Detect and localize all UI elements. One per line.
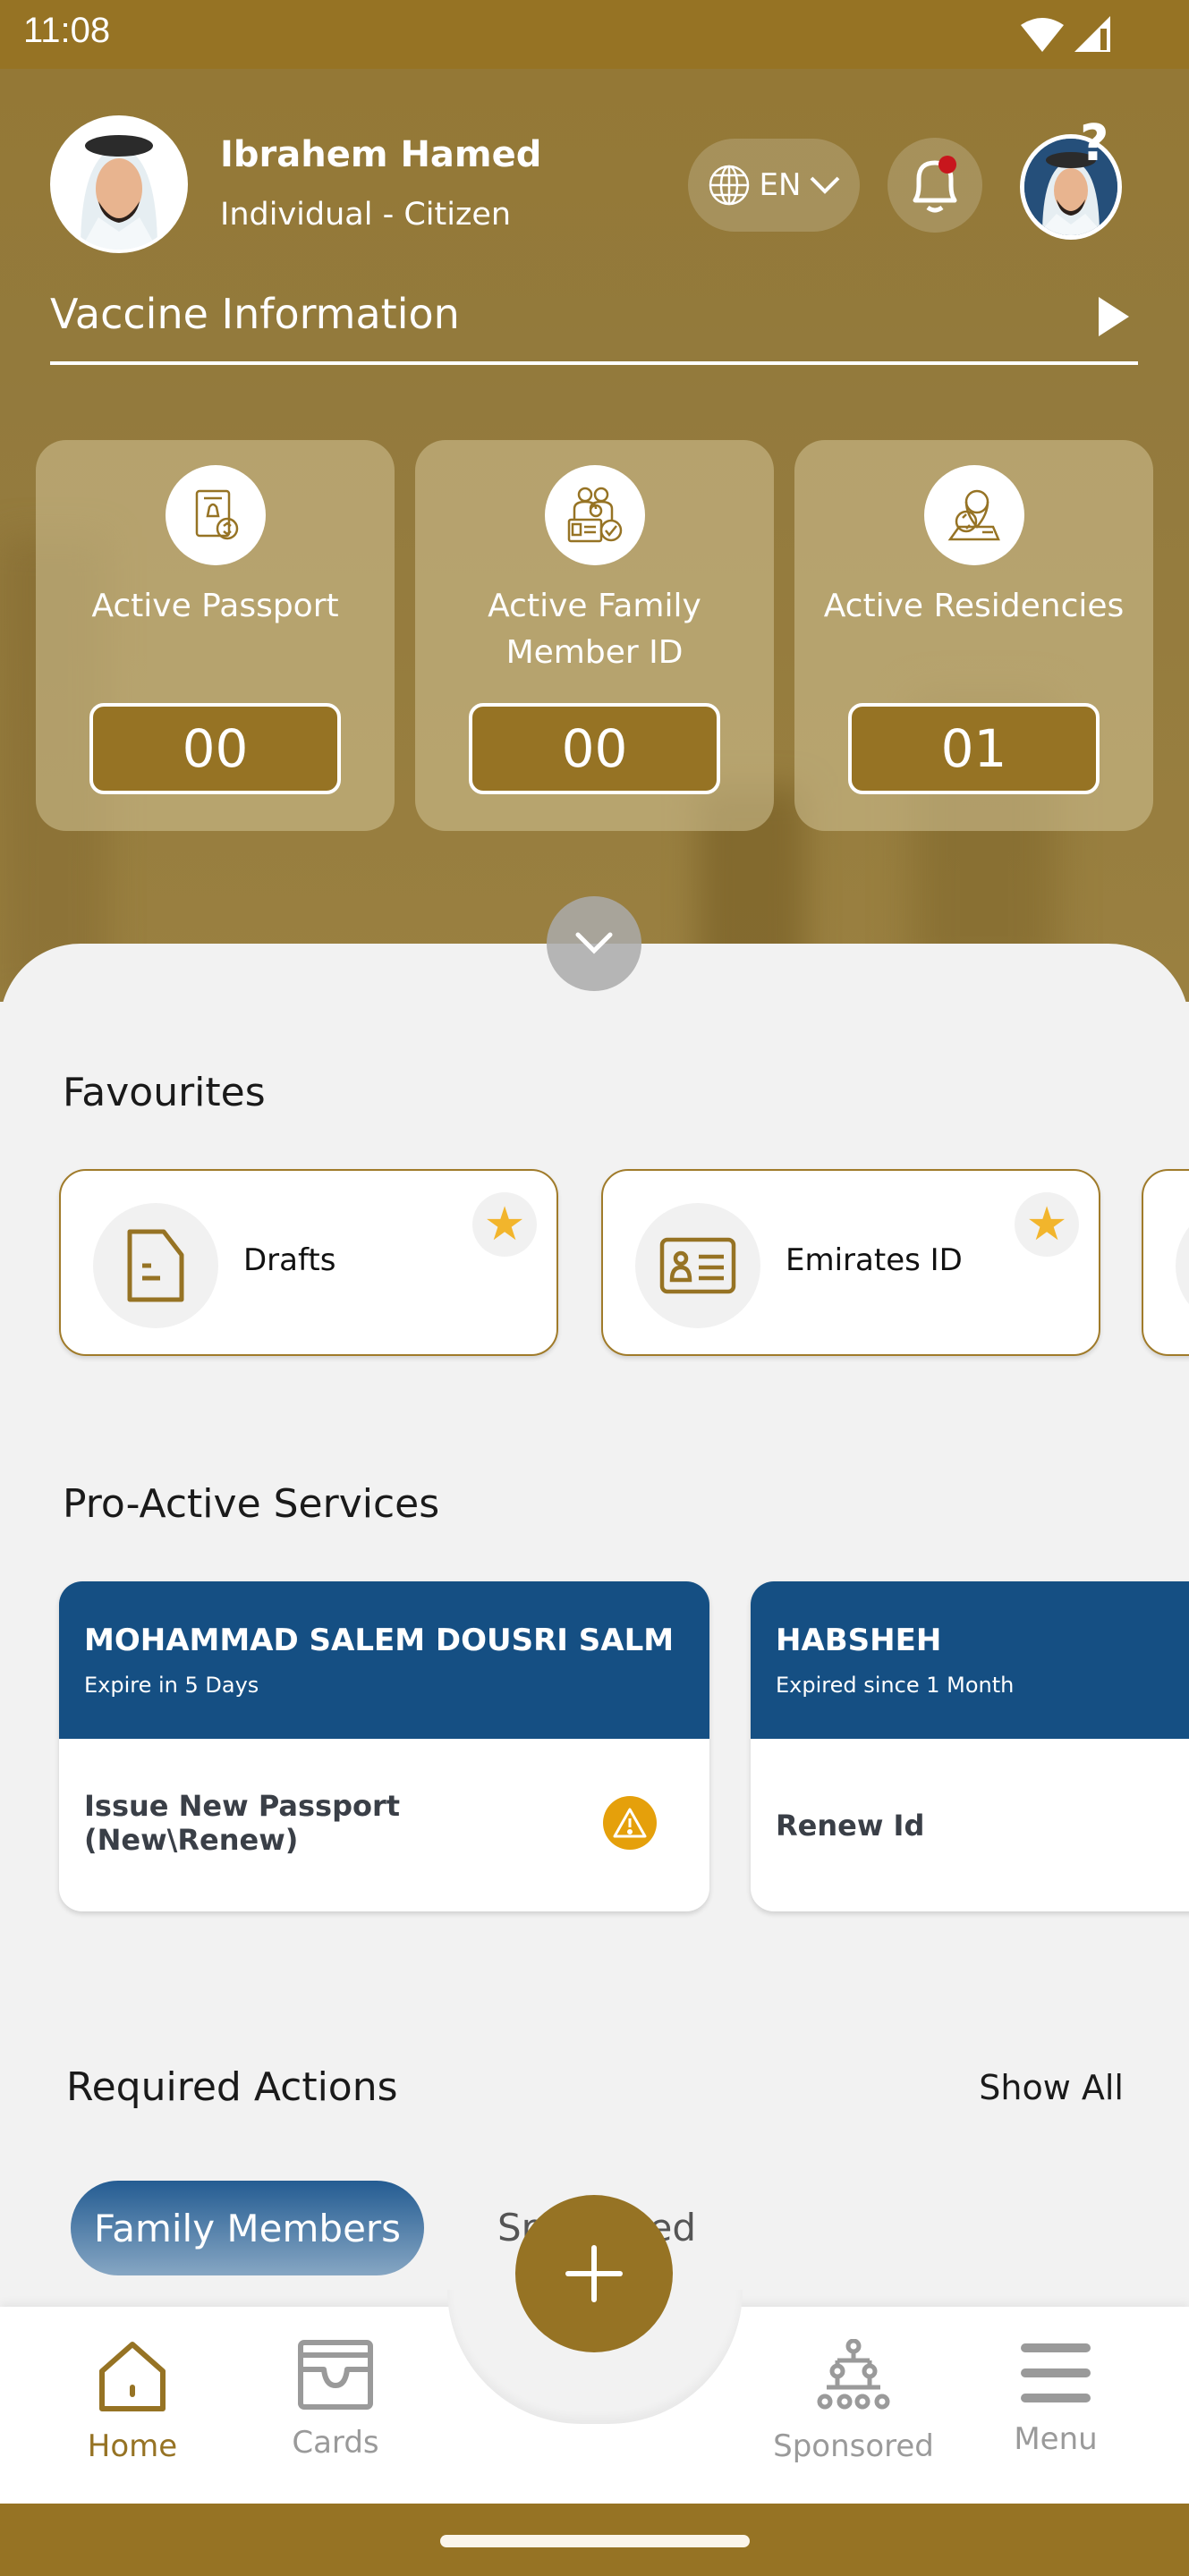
required-actions-title: Required Actions (66, 2064, 398, 2110)
nav-label: Home (87, 2428, 178, 2464)
id-card-icon (659, 1237, 736, 1294)
proactive-card-header: HABSHEH Expired since 1 Month (751, 1581, 1189, 1739)
avatar-illustration (54, 119, 184, 250)
stat-label: Active Residencies (823, 588, 1125, 624)
service-name: Renew Id (776, 1809, 925, 1843)
stat-card-active-family-member-id[interactable]: Active Family Member ID 00 (415, 440, 774, 831)
proactive-card[interactable]: HABSHEH Expired since 1 Month Renew Id (751, 1581, 1189, 1911)
proactive-card[interactable]: MOHAMMAD SALEM DOUSRI SALM Expire in 5 D… (59, 1581, 709, 1911)
person-name: HABSHEH (776, 1623, 942, 1658)
stat-card-active-passport[interactable]: Active Passport 00 (36, 440, 395, 831)
collapse-sheet-button[interactable] (547, 896, 641, 991)
favourites-title: Favourites (63, 1070, 266, 1115)
status-bar: 11:08 (0, 0, 1189, 69)
home-icon (99, 2342, 166, 2411)
icon-wrap (93, 1203, 218, 1328)
passport-icon (165, 465, 266, 565)
tab-label: Family Members (93, 2206, 402, 2250)
bell-icon (913, 156, 957, 213)
hamburger-menu-icon (1021, 2343, 1091, 2402)
favourite-card-emirates-id[interactable]: Emirates ID ★ (601, 1169, 1100, 1356)
user-name: Ibrahem Hamed (220, 134, 542, 175)
expiry-status: Expire in 5 Days (84, 1673, 259, 1698)
nav-label: Menu (1014, 2421, 1098, 2457)
nav-label: Sponsored (773, 2428, 934, 2464)
warning-icon (603, 1796, 657, 1850)
wifi-icon (1021, 18, 1064, 52)
status-time: 11:08 (23, 11, 111, 50)
chevron-down-icon (811, 176, 840, 194)
show-all-link[interactable]: Show All (979, 2068, 1124, 2107)
vaccine-information-link[interactable]: Vaccine Information (50, 284, 1138, 365)
add-button[interactable] (515, 2195, 673, 2352)
person-name: MOHAMMAD SALEM DOUSRI SALM (84, 1623, 675, 1658)
expiry-status: Expired since 1 Month (776, 1673, 1015, 1698)
proactive-card-header: MOHAMMAD SALEM DOUSRI SALM Expire in 5 D… (59, 1581, 709, 1739)
draft-document-icon (127, 1229, 184, 1302)
plus-icon (565, 2245, 623, 2302)
stat-value: 01 (848, 703, 1100, 794)
favourite-label: Emirates ID (786, 1242, 963, 1278)
favourite-card-partial[interactable] (1142, 1169, 1189, 1356)
user-avatar[interactable] (50, 115, 188, 253)
chevron-down-icon (575, 932, 613, 954)
hierarchy-icon (817, 2338, 890, 2410)
play-icon (1099, 297, 1129, 336)
vaccine-information-label: Vaccine Information (50, 290, 460, 338)
user-role: Individual - Citizen (220, 197, 512, 233)
service-name: Issue New Passport (New\Renew) (84, 1789, 401, 1857)
stat-label: Active Passport (91, 588, 339, 624)
nav-cards[interactable]: Cards (255, 2339, 416, 2461)
stat-label: Active Family Member ID (488, 588, 701, 671)
icon-wrap (635, 1203, 760, 1328)
status-icons (1021, 16, 1110, 52)
family-id-icon (544, 465, 645, 565)
signal-icon (1074, 16, 1110, 52)
home-gesture-handle[interactable] (440, 2535, 750, 2547)
favourite-card-drafts[interactable]: Drafts ★ (59, 1169, 558, 1356)
language-selector[interactable]: EN (688, 139, 860, 232)
globe-icon (709, 165, 749, 206)
stat-value: 00 (469, 703, 720, 794)
question-mark-icon: ? (1080, 114, 1109, 173)
tab-family-members[interactable]: Family Members (71, 2181, 424, 2275)
nav-label: Cards (292, 2425, 379, 2461)
stat-card-active-residencies[interactable]: Active Residencies 01 (794, 440, 1153, 831)
star-icon[interactable]: ★ (472, 1192, 537, 1257)
residency-icon (923, 465, 1024, 565)
notifications-button[interactable] (888, 138, 982, 233)
icon-wrap (1176, 1203, 1189, 1328)
language-code: EN (759, 167, 802, 203)
star-icon[interactable]: ★ (1015, 1192, 1079, 1257)
cards-icon (298, 2340, 373, 2410)
nav-sponsored[interactable]: Sponsored (773, 2338, 934, 2464)
favourite-label: Drafts (243, 1242, 336, 1278)
proactive-services-title: Pro-Active Services (63, 1481, 440, 1527)
stat-value: 00 (89, 703, 341, 794)
nav-menu[interactable]: Menu (975, 2339, 1136, 2457)
nav-home[interactable]: Home (52, 2339, 213, 2464)
